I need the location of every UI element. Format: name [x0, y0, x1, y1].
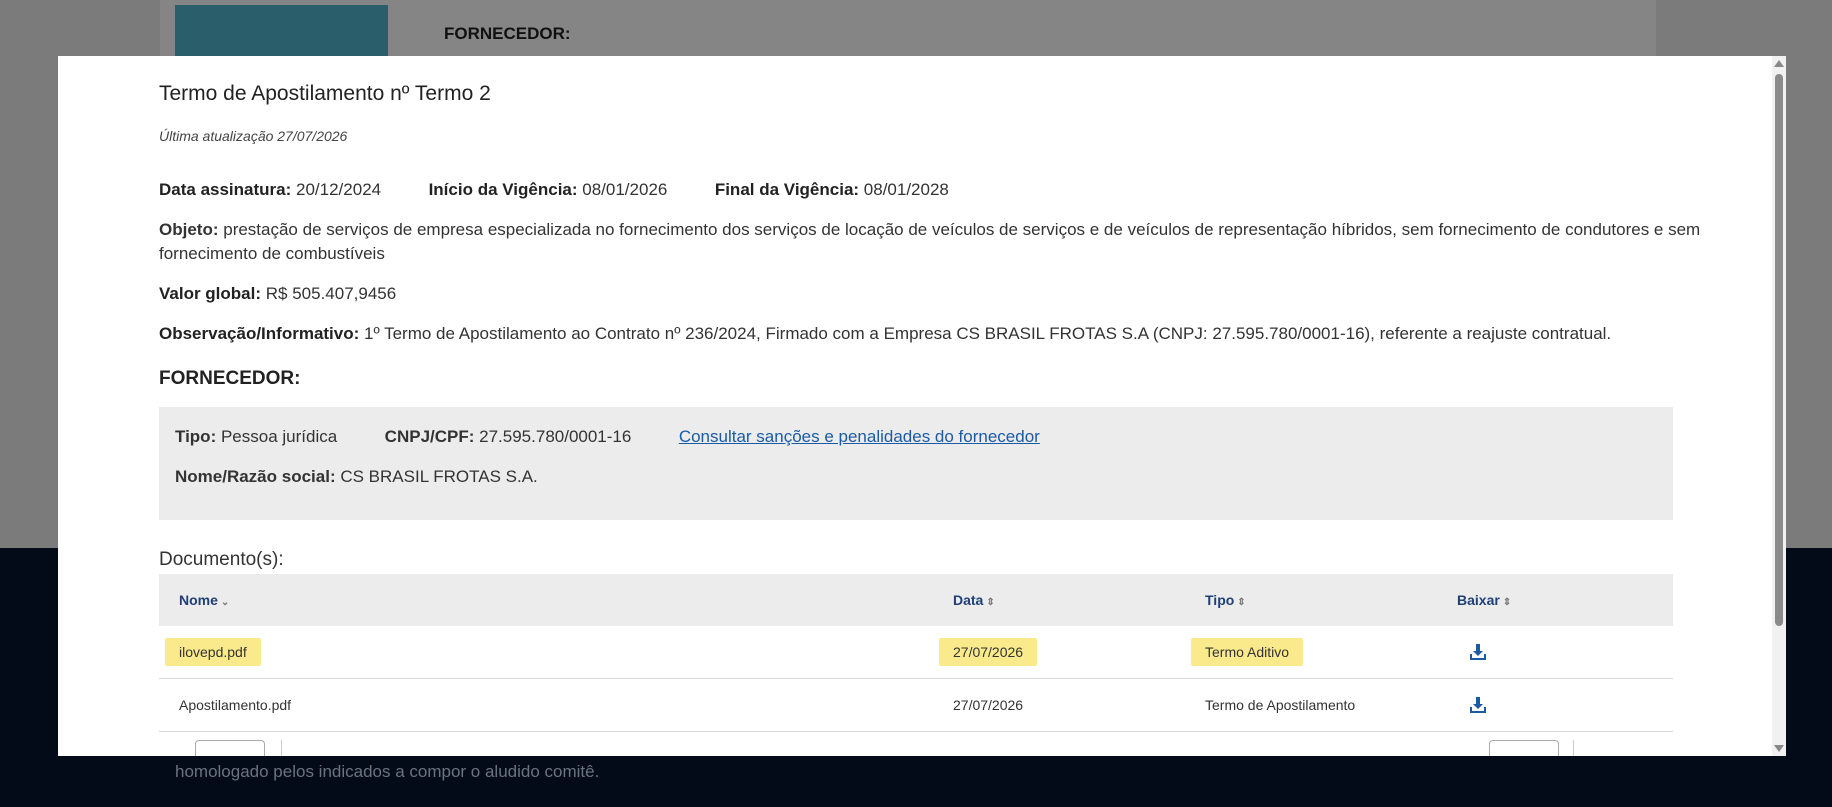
- column-tipo[interactable]: Tipo ⇕: [1185, 574, 1437, 626]
- doc-type: Termo Aditivo: [1191, 638, 1304, 666]
- contract-detail-modal: Termo de Apostilamento nº Termo 2 Última…: [58, 56, 1786, 756]
- fornecedor-line-2: Nome/Razão social: CS BRASIL FROTAS S.A.: [175, 467, 538, 487]
- tipo-label: Tipo:: [175, 427, 217, 446]
- data-assinatura-value: 20/12/2024: [296, 180, 382, 199]
- tipo-value: Pessoa jurídica: [220, 427, 338, 446]
- sort-icon: ⇕: [986, 597, 995, 608]
- valor-global: Valor global: R$ 505.407,9456: [159, 284, 396, 304]
- column-data-label: Data: [953, 592, 984, 608]
- doc-type-cell: Termo Aditivo: [1185, 626, 1437, 679]
- doc-date: 27/07/2026: [939, 638, 1038, 666]
- documents-header-row: Nome ⌄ Data ⇕ Tipo ⇕ Baixar ⇕: [159, 574, 1673, 626]
- column-baixar[interactable]: Baixar ⇕: [1437, 574, 1673, 626]
- objeto-label: Objeto:: [159, 220, 219, 239]
- doc-name: Apostilamento.pdf: [179, 697, 292, 713]
- doc-date: 27/07/2026: [953, 697, 1024, 713]
- data-assinatura-label: Data assinatura:: [159, 180, 292, 199]
- documents-table: Nome ⌄ Data ⇕ Tipo ⇕ Baixar ⇕ ilovepd.pdf: [159, 574, 1673, 732]
- documents-heading: Documento(s):: [159, 549, 284, 570]
- download-icon[interactable]: [1468, 695, 1488, 715]
- objeto-value: prestação de serviços de empresa especia…: [159, 220, 1701, 263]
- doc-date-cell: 27/07/2026: [933, 626, 1185, 679]
- page-number-select[interactable]: [1489, 740, 1559, 756]
- fornecedor-heading: FORNECEDOR:: [159, 368, 301, 389]
- pagination-bar: [159, 740, 1673, 756]
- observacao-value: 1º Termo de Apostilamento ao Contrato nº…: [364, 324, 1612, 343]
- last-updated: Última atualização 27/07/2026: [159, 128, 348, 144]
- modal-scrollbar[interactable]: [1772, 56, 1786, 756]
- dates-row: Data assinatura: 20/12/2024 Início da Vi…: [159, 180, 949, 200]
- doc-name: ilovepd.pdf: [165, 638, 261, 666]
- valor-global-value: R$ 505.407,9456: [265, 284, 397, 303]
- scroll-down-arrow-icon[interactable]: [1774, 745, 1784, 752]
- doc-download-cell: [1437, 678, 1673, 732]
- doc-name-cell: Apostilamento.pdf: [159, 678, 933, 732]
- nome-label: Nome/Razão social:: [175, 467, 336, 486]
- doc-type-cell: Termo de Apostilamento: [1185, 678, 1437, 732]
- valor-global-label: Valor global:: [159, 284, 262, 303]
- sort-icon: ⇕: [1502, 597, 1512, 608]
- consultar-sancoes-link[interactable]: Consultar sanções e penalidades do forne…: [679, 427, 1040, 446]
- modal-title: Termo de Apostilamento nº Termo 2: [159, 82, 491, 105]
- doc-download-cell: [1437, 626, 1673, 679]
- table-row: Apostilamento.pdf 27/07/2026 Termo de Ap…: [159, 678, 1673, 732]
- pagination-divider: [1573, 740, 1574, 756]
- nome-value: CS BRASIL FROTAS S.A.: [340, 467, 538, 486]
- final-vigencia-value: 08/01/2028: [863, 180, 949, 199]
- fornecedor-box: Tipo: Pessoa jurídica CNPJ/CPF: 27.595.7…: [159, 407, 1673, 520]
- column-nome[interactable]: Nome ⌄: [159, 574, 933, 626]
- fornecedor-line-1: Tipo: Pessoa jurídica CNPJ/CPF: 27.595.7…: [175, 427, 1040, 447]
- column-data[interactable]: Data ⇕: [933, 574, 1185, 626]
- doc-date-cell: 27/07/2026: [933, 678, 1185, 732]
- final-vigencia-label: Final da Vigência:: [714, 180, 860, 199]
- sort-icon: ⇕: [1237, 597, 1246, 608]
- observacao: Observação/Informativo: 1º Termo de Apos…: [159, 324, 1611, 344]
- table-row: ilovepd.pdf 27/07/2026 Termo Aditivo: [159, 626, 1673, 679]
- cnpj-label: CNPJ/CPF:: [384, 427, 475, 446]
- cnpj-value: 27.595.780/0001-16: [479, 427, 632, 446]
- doc-type: Termo de Apostilamento: [1205, 697, 1356, 713]
- scrollbar-thumb[interactable]: [1775, 74, 1783, 626]
- inicio-vigencia-label: Início da Vigência:: [428, 180, 578, 199]
- objeto: Objeto: prestação de serviços de empresa…: [159, 218, 1729, 266]
- sort-desc-icon: ⌄: [220, 597, 230, 608]
- background-fornecedor-label: FORNECEDOR:: [444, 24, 571, 43]
- column-nome-label: Nome: [179, 592, 218, 608]
- page-size-select[interactable]: [195, 740, 265, 756]
- download-icon[interactable]: [1468, 642, 1488, 662]
- column-tipo-label: Tipo: [1205, 592, 1235, 608]
- pagination-divider: [281, 740, 282, 756]
- scroll-up-arrow-icon[interactable]: [1774, 60, 1784, 67]
- doc-name-cell: ilovepd.pdf: [159, 626, 933, 679]
- inicio-vigencia-value: 08/01/2026: [582, 180, 668, 199]
- observacao-label: Observação/Informativo:: [159, 324, 360, 343]
- column-baixar-label: Baixar: [1457, 592, 1500, 608]
- background-footer-text: homologado pelos indicados a compor o al…: [175, 762, 600, 781]
